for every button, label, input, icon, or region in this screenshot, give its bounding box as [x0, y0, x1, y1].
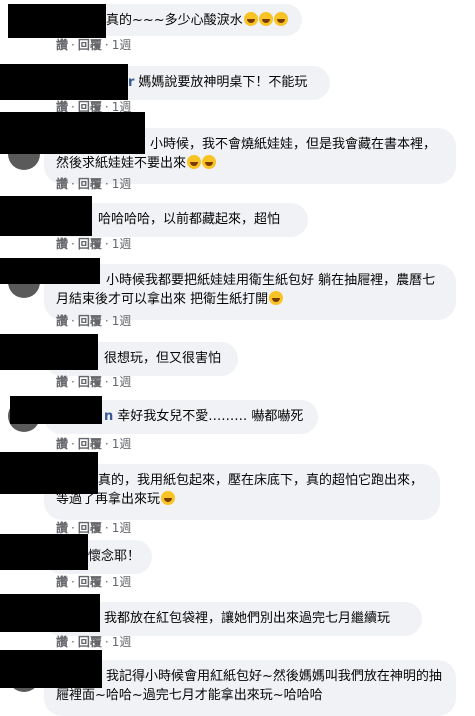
comment-actions: 讚 · 回覆 · 1週	[56, 375, 132, 389]
reply-button[interactable]: 回覆	[78, 375, 102, 389]
laugh-emoji-icon	[243, 12, 258, 26]
redacted-author	[0, 64, 128, 100]
comment-text: 媽媽說要放神明桌下！不能玩	[138, 75, 308, 90]
comment-actions: 讚 · 回覆 · 1週	[56, 177, 132, 191]
comment-text: 我記得小時候會用紅紙包好~然後媽媽叫我們放在神明的抽屜裡面~哈哈~過完七月才能拿…	[56, 669, 442, 703]
timestamp[interactable]: 1週	[112, 38, 132, 52]
like-button[interactable]: 讚	[56, 237, 68, 251]
like-button[interactable]: 讚	[56, 635, 68, 649]
comment-actions: 讚 · 回覆 · 1週	[56, 314, 132, 328]
reply-button[interactable]: 回覆	[78, 38, 102, 52]
like-button[interactable]: 讚	[56, 314, 68, 328]
like-button[interactable]: 讚	[56, 437, 68, 451]
redacted-author	[0, 452, 98, 494]
laugh-emoji-icon	[161, 491, 176, 505]
laugh-emoji-icon	[187, 155, 202, 169]
laugh-emoji-icon	[258, 12, 273, 26]
comment-bubble: 我記得小時候會用紅紙包好~然後媽媽叫我們放在神明的抽屜裡面~哈哈~過完七月才能拿…	[44, 660, 456, 716]
like-button[interactable]: 讚	[56, 575, 68, 589]
redacted-author	[0, 196, 92, 236]
reply-button[interactable]: 回覆	[78, 635, 102, 649]
reply-button[interactable]: 回覆	[78, 575, 102, 589]
redacted-author	[0, 594, 100, 632]
redacted-author	[10, 396, 102, 424]
timestamp[interactable]: 1週	[112, 635, 132, 649]
comment-bubble: 小時候我都要把紙娃娃用衛生紙包好 躺在抽屜裡，農曆七月結束後才可以拿出來 把衛生…	[44, 264, 456, 320]
comment-text: 真的，我用紙包起來，壓在床底下，真的超怕它跑出來，等過了再拿出來玩	[56, 473, 424, 507]
redacted-author	[8, 4, 106, 38]
comment-actions: 讚 · 回覆 · 1週	[56, 237, 132, 251]
timestamp[interactable]: 1週	[112, 437, 132, 451]
comment-text: 小時候我都要把紙娃娃用衛生紙包好 躺在抽屜裡，農曆七月結束後才可以拿出來 把衛生…	[56, 273, 436, 307]
timestamp[interactable]: 1週	[112, 237, 132, 251]
timestamp[interactable]: 1週	[112, 521, 132, 535]
reply-button[interactable]: 回覆	[78, 521, 102, 535]
comment-actions: 讚 · 回覆 · 1週	[56, 38, 132, 52]
laugh-emoji-icon	[202, 155, 217, 169]
comment-text: 幸好我女兒不愛……… 嚇都嚇死	[117, 409, 304, 424]
redacted-author	[0, 112, 145, 154]
comment-bubble: 真的，我用紙包起來，壓在床底下，真的超怕它跑出來，等過了再拿出來玩	[44, 464, 440, 520]
laugh-emoji-icon	[269, 291, 284, 305]
redacted-author	[0, 650, 102, 688]
reply-button[interactable]: 回覆	[78, 314, 102, 328]
timestamp[interactable]: 1週	[112, 375, 132, 389]
comment-bubble: 我都放在紅包袋裡，讓她們別出來過完七月繼續玩	[44, 602, 422, 636]
like-button[interactable]: 讚	[56, 375, 68, 389]
like-button[interactable]: 讚	[56, 521, 68, 535]
like-button[interactable]: 讚	[56, 177, 68, 191]
comment-actions: 讚 · 回覆 · 1週	[56, 575, 132, 589]
comment-actions: 讚 · 回覆 · 1週	[56, 437, 132, 451]
reply-button[interactable]: 回覆	[78, 437, 102, 451]
redacted-author	[0, 258, 100, 284]
comment-actions: 讚 · 回覆 · 1週	[56, 635, 132, 649]
comment-text: 我都放在紅包袋裡，讓她們別出來過完七月繼續玩	[104, 611, 391, 626]
redacted-author	[0, 534, 88, 570]
timestamp[interactable]: 1週	[112, 575, 132, 589]
redacted-author	[0, 334, 98, 370]
laugh-emoji-icon	[273, 12, 288, 26]
like-button[interactable]: 讚	[56, 38, 68, 52]
reply-button[interactable]: 回覆	[78, 177, 102, 191]
timestamp[interactable]: 1週	[112, 177, 132, 191]
timestamp[interactable]: 1週	[112, 314, 132, 328]
reply-button[interactable]: 回覆	[78, 237, 102, 251]
